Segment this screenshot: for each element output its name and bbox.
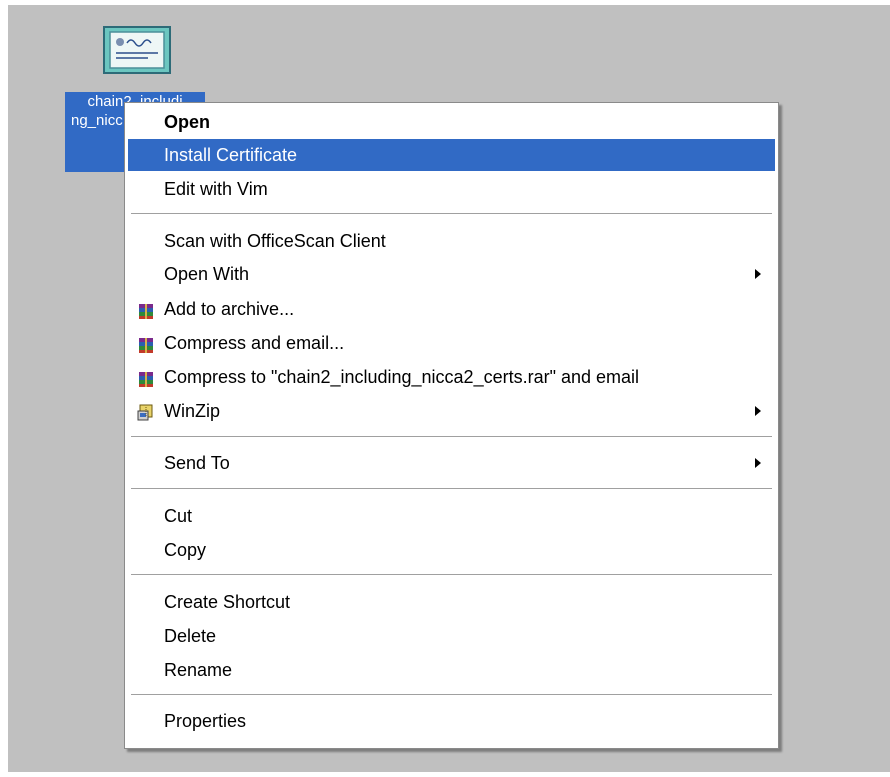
menu-item-label: Properties bbox=[164, 711, 247, 731]
menu-item-properties[interactable]: Properties bbox=[128, 705, 775, 737]
menu-item-label: Delete bbox=[164, 626, 217, 646]
menu-item-label: Send To bbox=[164, 453, 230, 473]
menu-item-copy[interactable]: Copy bbox=[128, 534, 775, 566]
menu-item-label: Scan with OfficeScan Client bbox=[164, 231, 386, 251]
winrar-icon bbox=[136, 299, 156, 319]
menu-separator bbox=[131, 213, 772, 214]
menu-item-label: Compress and email... bbox=[164, 333, 345, 353]
menu-item-compress-and-email[interactable]: Compress and email... bbox=[128, 327, 775, 359]
submenu-arrow-icon bbox=[755, 458, 761, 468]
menu-item-cut[interactable]: Cut bbox=[128, 500, 775, 532]
menu-item-send-to[interactable]: Send To bbox=[128, 447, 775, 479]
menu-item-label: Compress to "chain2_including_nicca2_cer… bbox=[164, 367, 640, 387]
menu-item-label: Edit with Vim bbox=[164, 179, 268, 199]
menu-item-label: Create Shortcut bbox=[164, 592, 291, 612]
winzip-icon bbox=[136, 401, 156, 421]
menu-item-label: Copy bbox=[164, 540, 207, 560]
menu-separator bbox=[131, 694, 772, 695]
menu-item-add-to-archive[interactable]: Add to archive... bbox=[128, 293, 775, 325]
menu-separator bbox=[131, 574, 772, 575]
menu-item-install-certificate[interactable]: Install Certificate bbox=[128, 139, 775, 171]
menu-separator bbox=[131, 488, 772, 489]
menu-item-scan-officescan[interactable]: Scan with OfficeScan Client bbox=[128, 225, 775, 257]
menu-item-delete[interactable]: Delete bbox=[128, 620, 775, 652]
menu-item-label: Open With bbox=[164, 264, 250, 284]
menu-item-label: Add to archive... bbox=[164, 299, 295, 319]
context-menu: Open Install Certificate Edit with Vim S… bbox=[124, 102, 779, 749]
menu-separator bbox=[131, 436, 772, 437]
winrar-icon bbox=[136, 333, 156, 353]
menu-item-compress-to-rar-and-email[interactable]: Compress to "chain2_including_nicca2_cer… bbox=[128, 361, 775, 393]
menu-item-label: Rename bbox=[164, 660, 233, 680]
menu-item-label: Cut bbox=[164, 506, 193, 526]
menu-item-winzip[interactable]: WinZip bbox=[128, 395, 775, 427]
certificate-icon[interactable] bbox=[102, 25, 172, 75]
menu-item-label: WinZip bbox=[164, 401, 221, 421]
menu-item-open-with[interactable]: Open With bbox=[128, 258, 775, 290]
menu-item-edit-with-vim[interactable]: Edit with Vim bbox=[128, 173, 775, 205]
menu-item-label: Install Certificate bbox=[164, 145, 298, 165]
menu-item-open[interactable]: Open bbox=[128, 106, 775, 138]
menu-item-label: Open bbox=[164, 112, 211, 132]
winrar-icon bbox=[136, 367, 156, 387]
menu-item-create-shortcut[interactable]: Create Shortcut bbox=[128, 586, 775, 618]
menu-item-rename[interactable]: Rename bbox=[128, 654, 775, 686]
submenu-arrow-icon bbox=[755, 269, 761, 279]
submenu-arrow-icon bbox=[755, 406, 761, 416]
